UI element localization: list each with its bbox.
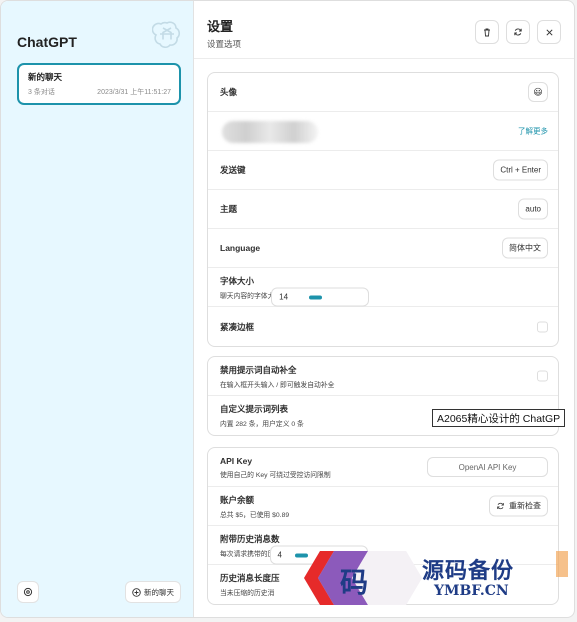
tooltip: A2065精心设计的 ChatGP xyxy=(432,409,566,427)
new-chat-label: 新的聊天 xyxy=(144,587,174,597)
chat-list-item[interactable]: 新的聊天 3 条对话 2023/3/31 上午11:51:27 xyxy=(17,63,181,105)
add-icon xyxy=(132,587,141,597)
watermark-text: 源码备份 xyxy=(422,558,515,584)
learn-more-link[interactable]: 了解更多 xyxy=(518,126,548,137)
theme-row: 主题 auto xyxy=(208,190,558,229)
api-key-row: API Key 使用自己的 Key 可绕过受控访问限制 OpenAI API K… xyxy=(208,448,558,487)
history-count-label: 附带历史消息数 xyxy=(220,533,280,544)
sidebar: ChatGPT 新的聊天 3 条对话 2023/3/31 上午11:51:27 xyxy=(1,1,194,617)
balance-label: 账户余额 xyxy=(220,494,255,505)
balance-row: 账户余额 总共 $5，已使用 $0.89 重新检查 xyxy=(208,487,558,526)
general-settings-list: 头像 😃 了解更多 发送键 Ctrl + Enter 主题 auto Langu… xyxy=(207,72,559,347)
sidebar-title: ChatGPT xyxy=(17,34,77,50)
chat-item-title: 新的聊天 xyxy=(28,72,63,82)
compress-threshold-sub: 当未压缩的历史消 xyxy=(220,590,275,597)
clear-data-button[interactable] xyxy=(475,20,499,44)
font-size-value: 14 xyxy=(279,292,289,301)
settings-panel: 设置 设置选项 头像 😃 了解更多 发送键 Ctrl + Enter 主题 au… xyxy=(194,1,574,617)
close-button[interactable] xyxy=(537,20,561,44)
api-key-label: API Key xyxy=(220,455,253,466)
balance-sub: 总共 $5，已使用 $0.89 xyxy=(220,511,290,519)
disable-autocomplete-sub: 在输入框开头输入 / 即可触发自动补全 xyxy=(220,381,335,389)
page-subtitle: 设置选项 xyxy=(207,39,242,49)
language-select[interactable]: 简体中文 xyxy=(502,237,548,259)
api-key-input[interactable]: OpenAI API Key xyxy=(427,457,548,477)
watermark-glyph: 码 xyxy=(340,566,369,599)
send-key-select[interactable]: Ctrl + Enter xyxy=(493,159,548,181)
avatar-label: 头像 xyxy=(220,87,238,97)
reload-icon xyxy=(497,502,504,510)
api-key-sub: 使用自己的 Key 可绕过受控访问限制 xyxy=(220,471,331,479)
avatar-emoji: 😃 xyxy=(533,86,543,97)
custom-prompts-label: 自定义提示词列表 xyxy=(220,404,289,414)
recheck-label: 重新检查 xyxy=(509,501,541,511)
app-window: ChatGPT 新的聊天 3 条对话 2023/3/31 上午11:51:27 xyxy=(0,0,575,618)
chat-item-count: 3 条对话 xyxy=(28,89,55,96)
close-icon xyxy=(545,28,553,36)
update-row: 了解更多 xyxy=(208,112,558,151)
language-row: Language 简体中文 xyxy=(208,229,558,268)
reload-icon xyxy=(514,28,522,36)
page-title: 设置 xyxy=(207,19,234,34)
tight-border-checkbox[interactable] xyxy=(537,321,548,332)
avatar-button[interactable]: 😃 xyxy=(528,82,548,102)
avatar-row: 头像 😃 xyxy=(208,73,558,112)
language-label: Language xyxy=(220,243,261,253)
font-size-slider-thumb[interactable] xyxy=(309,295,323,299)
tight-border-row: 紧凑边框 xyxy=(208,307,558,346)
theme-label: 主题 xyxy=(220,204,238,214)
disable-autocomplete-checkbox[interactable] xyxy=(537,370,548,382)
disable-autocomplete-label: 禁用提示词自动补全 xyxy=(220,364,297,375)
disable-autocomplete-row: 禁用提示词自动补全 在输入框开头输入 / 即可触发自动补全 xyxy=(208,357,558,396)
theme-select[interactable]: auto xyxy=(518,198,548,220)
send-key-row: 发送键 Ctrl + Enter xyxy=(208,151,558,190)
watermark-logo: 码 源码备份 YMBF.CN xyxy=(298,545,568,611)
openai-logo-icon xyxy=(152,21,181,49)
chat-item-time: 2023/3/31 上午11:51:27 xyxy=(97,89,171,96)
send-key-label: 发送键 xyxy=(220,165,246,175)
font-size-row: 字体大小 聊天内容的字体大小 14 xyxy=(208,268,558,307)
history-count-value: 4 xyxy=(277,550,282,559)
watermark-url: YMBF.CN xyxy=(434,583,509,599)
custom-prompts-sub: 内置 282 条，用户定义 0 条 xyxy=(220,421,304,428)
reset-button[interactable] xyxy=(506,20,530,44)
new-chat-button[interactable]: 新的聊天 xyxy=(125,581,181,603)
recheck-button[interactable]: 重新检查 xyxy=(489,495,548,517)
trash-icon xyxy=(484,28,490,37)
font-size-label: 字体大小 xyxy=(220,275,255,286)
font-size-slider[interactable]: 14 xyxy=(271,287,370,306)
settings-header: 设置 设置选项 xyxy=(194,1,574,59)
settings-button[interactable] xyxy=(17,581,39,603)
compress-threshold-label: 历史消息长度压 xyxy=(220,573,280,583)
blurred-version-info xyxy=(222,121,318,143)
tight-border-label: 紧凑边框 xyxy=(220,321,255,332)
gear-icon xyxy=(23,587,33,597)
